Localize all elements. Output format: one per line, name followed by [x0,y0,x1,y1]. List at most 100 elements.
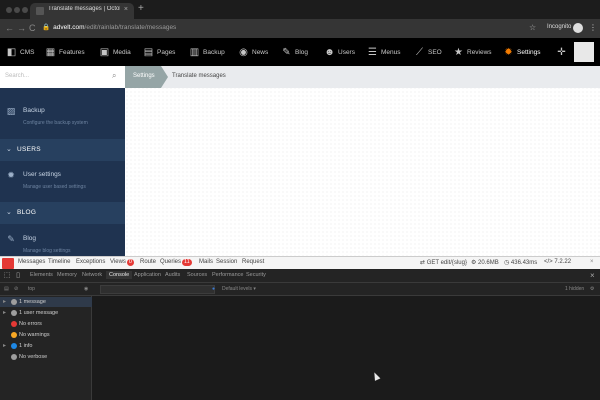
nav-item-news[interactable]: ◉ News [238,38,268,66]
expand-icon[interactable]: ▸ [3,342,6,349]
context-select[interactable]: top [28,286,35,292]
star-icon: ★ [454,46,463,58]
debug-tab-views[interactable]: Views 0 [110,259,134,266]
reload-icon[interactable]: C [29,23,36,33]
window-minimize-dot[interactable] [14,7,20,13]
debugbar-logo-icon[interactable] [2,258,14,269]
debug-tab-request[interactable]: Request [242,259,264,265]
sidebar-item-label: User settings [23,171,61,178]
memory-info: ⚙ 20.6MB [471,260,499,266]
debug-tab-queries[interactable]: Queries 11 [160,259,192,266]
devtools-tab-sources[interactable]: Sources [187,272,207,278]
message-filter-all[interactable]: ▸ 1 message [0,297,92,307]
expand-icon[interactable]: ▸ [3,309,6,316]
forward-icon[interactable]: → [17,23,26,33]
backup-icon: ▥ [189,46,200,58]
incognito-avatar-icon[interactable] [573,23,583,33]
error-icon [11,321,17,327]
message-filter-user[interactable]: ▸ 1 user message [0,308,92,318]
eye-icon[interactable]: ◉ [84,286,88,292]
nav-item-reviews[interactable]: ★ Reviews [453,38,492,66]
message-filter-label: No verbose [19,354,48,360]
debug-tab-route[interactable]: Route [140,259,156,265]
settings-sidebar: Search... ⌕ ▨ Backup Configure the backu… [0,66,125,256]
sidebar-toggle-icon[interactable]: ▤ [4,286,9,292]
blog-icon: ✎ [282,46,291,58]
debug-tab-messages[interactable]: Messages [18,259,45,265]
window-maximize-dot[interactable] [22,7,28,13]
nav-item-extra[interactable]: ✛ [556,38,570,66]
verbose-icon [11,354,17,360]
debugbar-close-icon[interactable]: × [590,259,594,265]
sidebar-item-desc: Manage user based settings [23,184,86,190]
debug-tab-timeline[interactable]: Timeline [48,259,70,265]
expand-icon[interactable]: ▸ [3,298,6,305]
nav-label: Users [338,48,355,56]
tab-title: Translate messages | OctoberC [48,6,120,12]
sidebar-section-blog[interactable]: ⌄ BLOG [0,202,125,224]
backup-icon: ▨ [6,106,16,116]
debug-tab-mails[interactable]: Mails [199,259,213,265]
filter-handle-icon[interactable]: ● [212,286,215,292]
url-field[interactable]: 🔒 advelt.com/edit/rainlab/translate/messa… [42,23,176,31]
browser-tab[interactable]: Translate messages | OctoberC × [30,3,134,19]
user-avatar[interactable] [574,42,594,62]
sidebar-item-label: Backup [23,107,45,114]
console-output[interactable] [92,296,600,400]
devtools-tab-security[interactable]: Security [246,272,266,278]
sidebar-item-label: Blog [23,235,37,242]
breadcrumb-root[interactable]: Settings [125,66,161,88]
nav-item-users[interactable]: ☻ Users [324,38,355,66]
nav-item-settings[interactable]: ✹ Settings [503,38,540,66]
debug-tab-session[interactable]: Session [216,259,237,265]
back-icon[interactable]: ← [5,23,14,33]
console-filter-input[interactable] [100,285,215,294]
nav-item-menus[interactable]: ☰ Menus [367,38,401,66]
nav-item-media[interactable]: ▣ Media [99,38,131,66]
breadcrumb-current: Translate messages [172,73,226,79]
new-tab-button[interactable]: + [138,4,144,14]
message-filter-errors[interactable]: No errors [0,319,92,329]
devtools-tab-console[interactable]: Console [106,271,133,279]
message-filter-info[interactable]: ▸ 1 info [0,341,92,351]
nav-item-backup[interactable]: ▥ Backup [189,38,225,66]
devtools-tab-network[interactable]: Network [82,272,102,278]
bookmark-star-icon[interactable]: ☆ [529,23,536,32]
queries-count-badge: 11 [182,259,192,266]
device-icon[interactable]: ▯ [14,272,22,280]
sidebar-item-desc: Configure the backup system [23,120,88,126]
window-close-dot[interactable] [6,7,12,13]
message-filter-label: No warnings [19,332,50,338]
log-levels-select[interactable]: Default levels ▾ [222,286,256,292]
nav-label: Reviews [467,48,492,56]
message-filter-verbose[interactable]: No verbose [0,352,92,362]
sidebar-search-input[interactable]: Search... ⌕ [0,66,125,88]
devtools-tab-audits[interactable]: Audits [165,272,180,278]
nav-label: Pages [157,48,176,56]
devtools-tab-application[interactable]: Application [134,272,161,278]
hidden-count: 1 hidden [565,286,585,292]
devtools-tab-performance[interactable]: Performance [212,272,244,278]
tab-close-icon[interactable]: × [124,6,128,13]
nav-item-features[interactable]: ▦ Features [45,38,85,66]
nav-item-pages[interactable]: ▤ Pages [143,38,176,66]
incognito-label: Incognito [547,24,572,30]
info-icon [11,343,17,349]
search-placeholder: Search... [5,73,30,79]
nav-item-blog[interactable]: ✎ Blog [281,38,308,66]
devtools-close-icon[interactable]: × [590,271,595,280]
nav-item-seo[interactable]: ⟋ SEO [414,38,442,66]
devtools-tab-elements[interactable]: Elements [30,272,53,278]
message-filter-warnings[interactable]: No warnings [0,330,92,340]
clear-console-icon[interactable]: ⊘ [14,286,18,292]
sidebar-section-users[interactable]: ⌄ USERS [0,139,125,161]
debug-tab-exceptions[interactable]: Exceptions [76,259,105,265]
search-icon[interactable]: ⌕ [112,71,116,81]
tab-label: Queries [160,259,182,265]
console-settings-icon[interactable]: ⚙ [590,286,594,292]
nav-item-cms[interactable]: ◧ CMS [6,38,35,66]
inspect-icon[interactable]: ⬚ [3,272,11,280]
browser-menu-icon[interactable]: ⋮ [589,23,597,33]
devtools-tab-memory[interactable]: Memory [57,272,77,278]
sidebar-item-desc: Manage blog settings [23,248,71,254]
